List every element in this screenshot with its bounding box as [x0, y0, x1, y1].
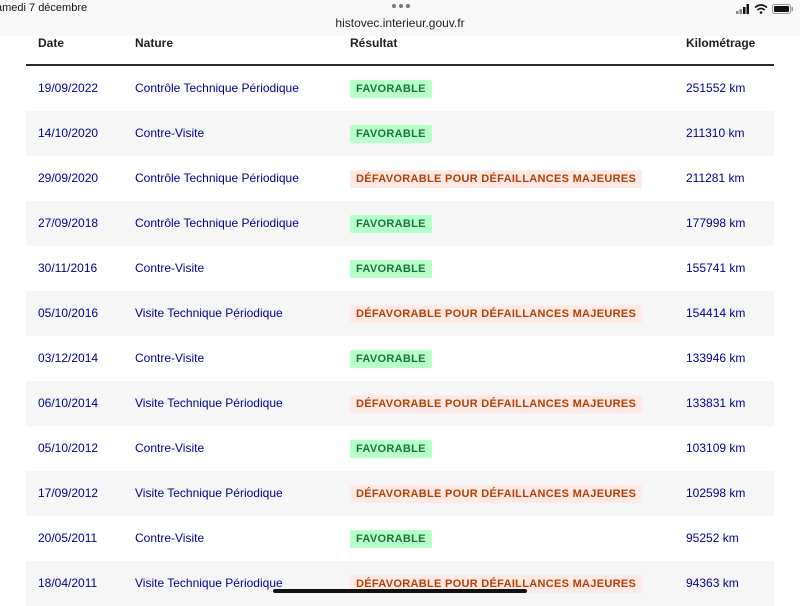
table-row: 29/09/2020 Contrôle Technique Périodique D…	[26, 156, 774, 201]
result-badge: FAVORABLE	[350, 439, 432, 458]
row-km: 95252 km	[686, 531, 739, 545]
row-nature: Contre-Visite	[135, 261, 205, 275]
row-date: 29/09/2020	[38, 171, 99, 185]
table-row: 20/05/2011 Contre-Visite FAVORABLE 95252 km	[26, 516, 774, 561]
wifi-icon	[754, 4, 768, 14]
row-km: 177998 km	[686, 216, 746, 230]
row-date: 14/10/2020	[38, 126, 99, 140]
result-badge: DÉFAVORABLE POUR DÉFAILLANCES MAJEURES	[350, 169, 643, 188]
address-bar-url[interactable]: histovec.interieur.gouv.fr	[0, 16, 800, 30]
row-result: FAVORABLE	[350, 336, 432, 381]
row-nature: Contre-Visite	[135, 531, 205, 545]
result-badge: FAVORABLE	[350, 259, 432, 278]
row-result: FAVORABLE	[350, 246, 432, 291]
result-badge: FAVORABLE	[350, 79, 432, 98]
header-result[interactable]: Résultat	[350, 36, 397, 50]
row-date: 05/10/2016	[38, 306, 99, 320]
row-date: 20/05/2011	[38, 531, 98, 545]
row-result: DÉFAVORABLE POUR DÉFAILLANCES MAJEURES	[350, 471, 643, 516]
status-icons	[736, 4, 794, 14]
row-nature: Contrôle Technique Périodique	[135, 216, 299, 230]
row-km: 94363 km	[686, 576, 739, 590]
header-date[interactable]: Date	[38, 36, 64, 50]
table-row: 05/10/2016 Visite Technique Périodique DÉF…	[26, 291, 774, 336]
result-badge: FAVORABLE	[350, 214, 432, 233]
row-nature: Contrôle Technique Périodique	[135, 81, 299, 95]
row-nature: Contre-Visite	[135, 441, 205, 455]
row-result: FAVORABLE	[350, 516, 432, 561]
row-result: FAVORABLE	[350, 426, 432, 471]
row-nature: Contre-Visite	[135, 126, 205, 140]
row-nature: Contrôle Technique Périodique	[135, 171, 299, 185]
row-date: 03/12/2014	[38, 351, 99, 365]
signal-icon	[736, 4, 749, 14]
vehicle-inspection-table: Date Nature Résultat Kilométrage 19/09/2…	[26, 36, 774, 606]
table-row: 17/09/2012 Visite Technique Périodique DÉF…	[26, 471, 774, 516]
row-km: 211281 km	[686, 171, 745, 185]
row-date: 18/04/2011	[38, 576, 98, 590]
row-km: 102598 km	[686, 486, 746, 500]
row-km: 133831 km	[686, 396, 746, 410]
table-row: 27/09/2018 Contrôle Technique Périodique F…	[26, 201, 774, 246]
result-badge: DÉFAVORABLE POUR DÉFAILLANCES MAJEURES	[350, 484, 643, 503]
row-result: DÉFAVORABLE POUR DÉFAILLANCES MAJEURES	[350, 291, 643, 336]
table-row: 06/10/2014 Visite Technique Périodique DÉF…	[26, 381, 774, 426]
row-date: 05/10/2012	[38, 441, 99, 455]
row-result: DÉFAVORABLE POUR DÉFAILLANCES MAJEURES	[350, 561, 643, 606]
table-row: 05/10/2012 Contre-Visite FAVORABLE 103109 k…	[26, 426, 774, 471]
result-badge: DÉFAVORABLE POUR DÉFAILLANCES MAJEURES	[350, 304, 643, 323]
result-badge: FAVORABLE	[350, 529, 432, 548]
table-row: 19/09/2022 Contrôle Technique Périodique F…	[26, 66, 774, 111]
row-nature: Visite Technique Périodique	[135, 486, 283, 500]
status-date: amedi 7 décembre	[0, 2, 88, 14]
row-date: 19/09/2022	[38, 81, 99, 95]
row-nature: Contre-Visite	[135, 351, 205, 365]
tab-overview-dots-icon[interactable]	[392, 4, 410, 10]
result-badge: DÉFAVORABLE POUR DÉFAILLANCES MAJEURES	[350, 394, 643, 413]
result-badge: FAVORABLE	[350, 124, 432, 143]
table-row: 14/10/2020 Contre-Visite FAVORABLE 211310 k…	[26, 111, 774, 156]
row-nature: Visite Technique Périodique	[135, 306, 283, 320]
result-badge: FAVORABLE	[350, 349, 432, 368]
row-nature: Visite Technique Périodique	[135, 576, 283, 590]
row-km: 154414 km	[686, 306, 746, 320]
row-result: DÉFAVORABLE POUR DÉFAILLANCES MAJEURES	[350, 156, 643, 201]
table-row: 03/12/2014 Contre-Visite FAVORABLE 133946 k…	[26, 336, 774, 381]
header-km[interactable]: Kilométrage	[686, 36, 755, 50]
table-row: 30/11/2016 Contre-Visite FAVORABLE 155741 k…	[26, 246, 774, 291]
row-result: FAVORABLE	[350, 66, 432, 111]
row-km: 133946 km	[686, 351, 746, 365]
table-header: Date Nature Résultat Kilométrage	[26, 36, 774, 66]
header-nature[interactable]: Nature	[135, 36, 173, 50]
row-date: 30/11/2016	[38, 261, 98, 275]
browser-status-bar: amedi 7 décembre histovec.interieur.gouv…	[0, 0, 800, 36]
home-indicator[interactable]	[273, 589, 527, 593]
row-km: 155741 km	[686, 261, 746, 275]
row-date: 06/10/2014	[38, 396, 99, 410]
table-row: 18/04/2011 Visite Technique Périodique DÉF…	[26, 561, 774, 606]
row-result: FAVORABLE	[350, 201, 432, 246]
row-nature: Visite Technique Périodique	[135, 396, 283, 410]
row-date: 27/09/2018	[38, 216, 99, 230]
row-km: 251552 km	[686, 81, 746, 95]
battery-icon	[772, 4, 793, 14]
row-km: 103109 km	[686, 441, 746, 455]
row-result: FAVORABLE	[350, 111, 432, 156]
row-km: 211310 km	[686, 126, 745, 140]
row-date: 17/09/2012	[38, 486, 99, 500]
row-result: DÉFAVORABLE POUR DÉFAILLANCES MAJEURES	[350, 381, 643, 426]
